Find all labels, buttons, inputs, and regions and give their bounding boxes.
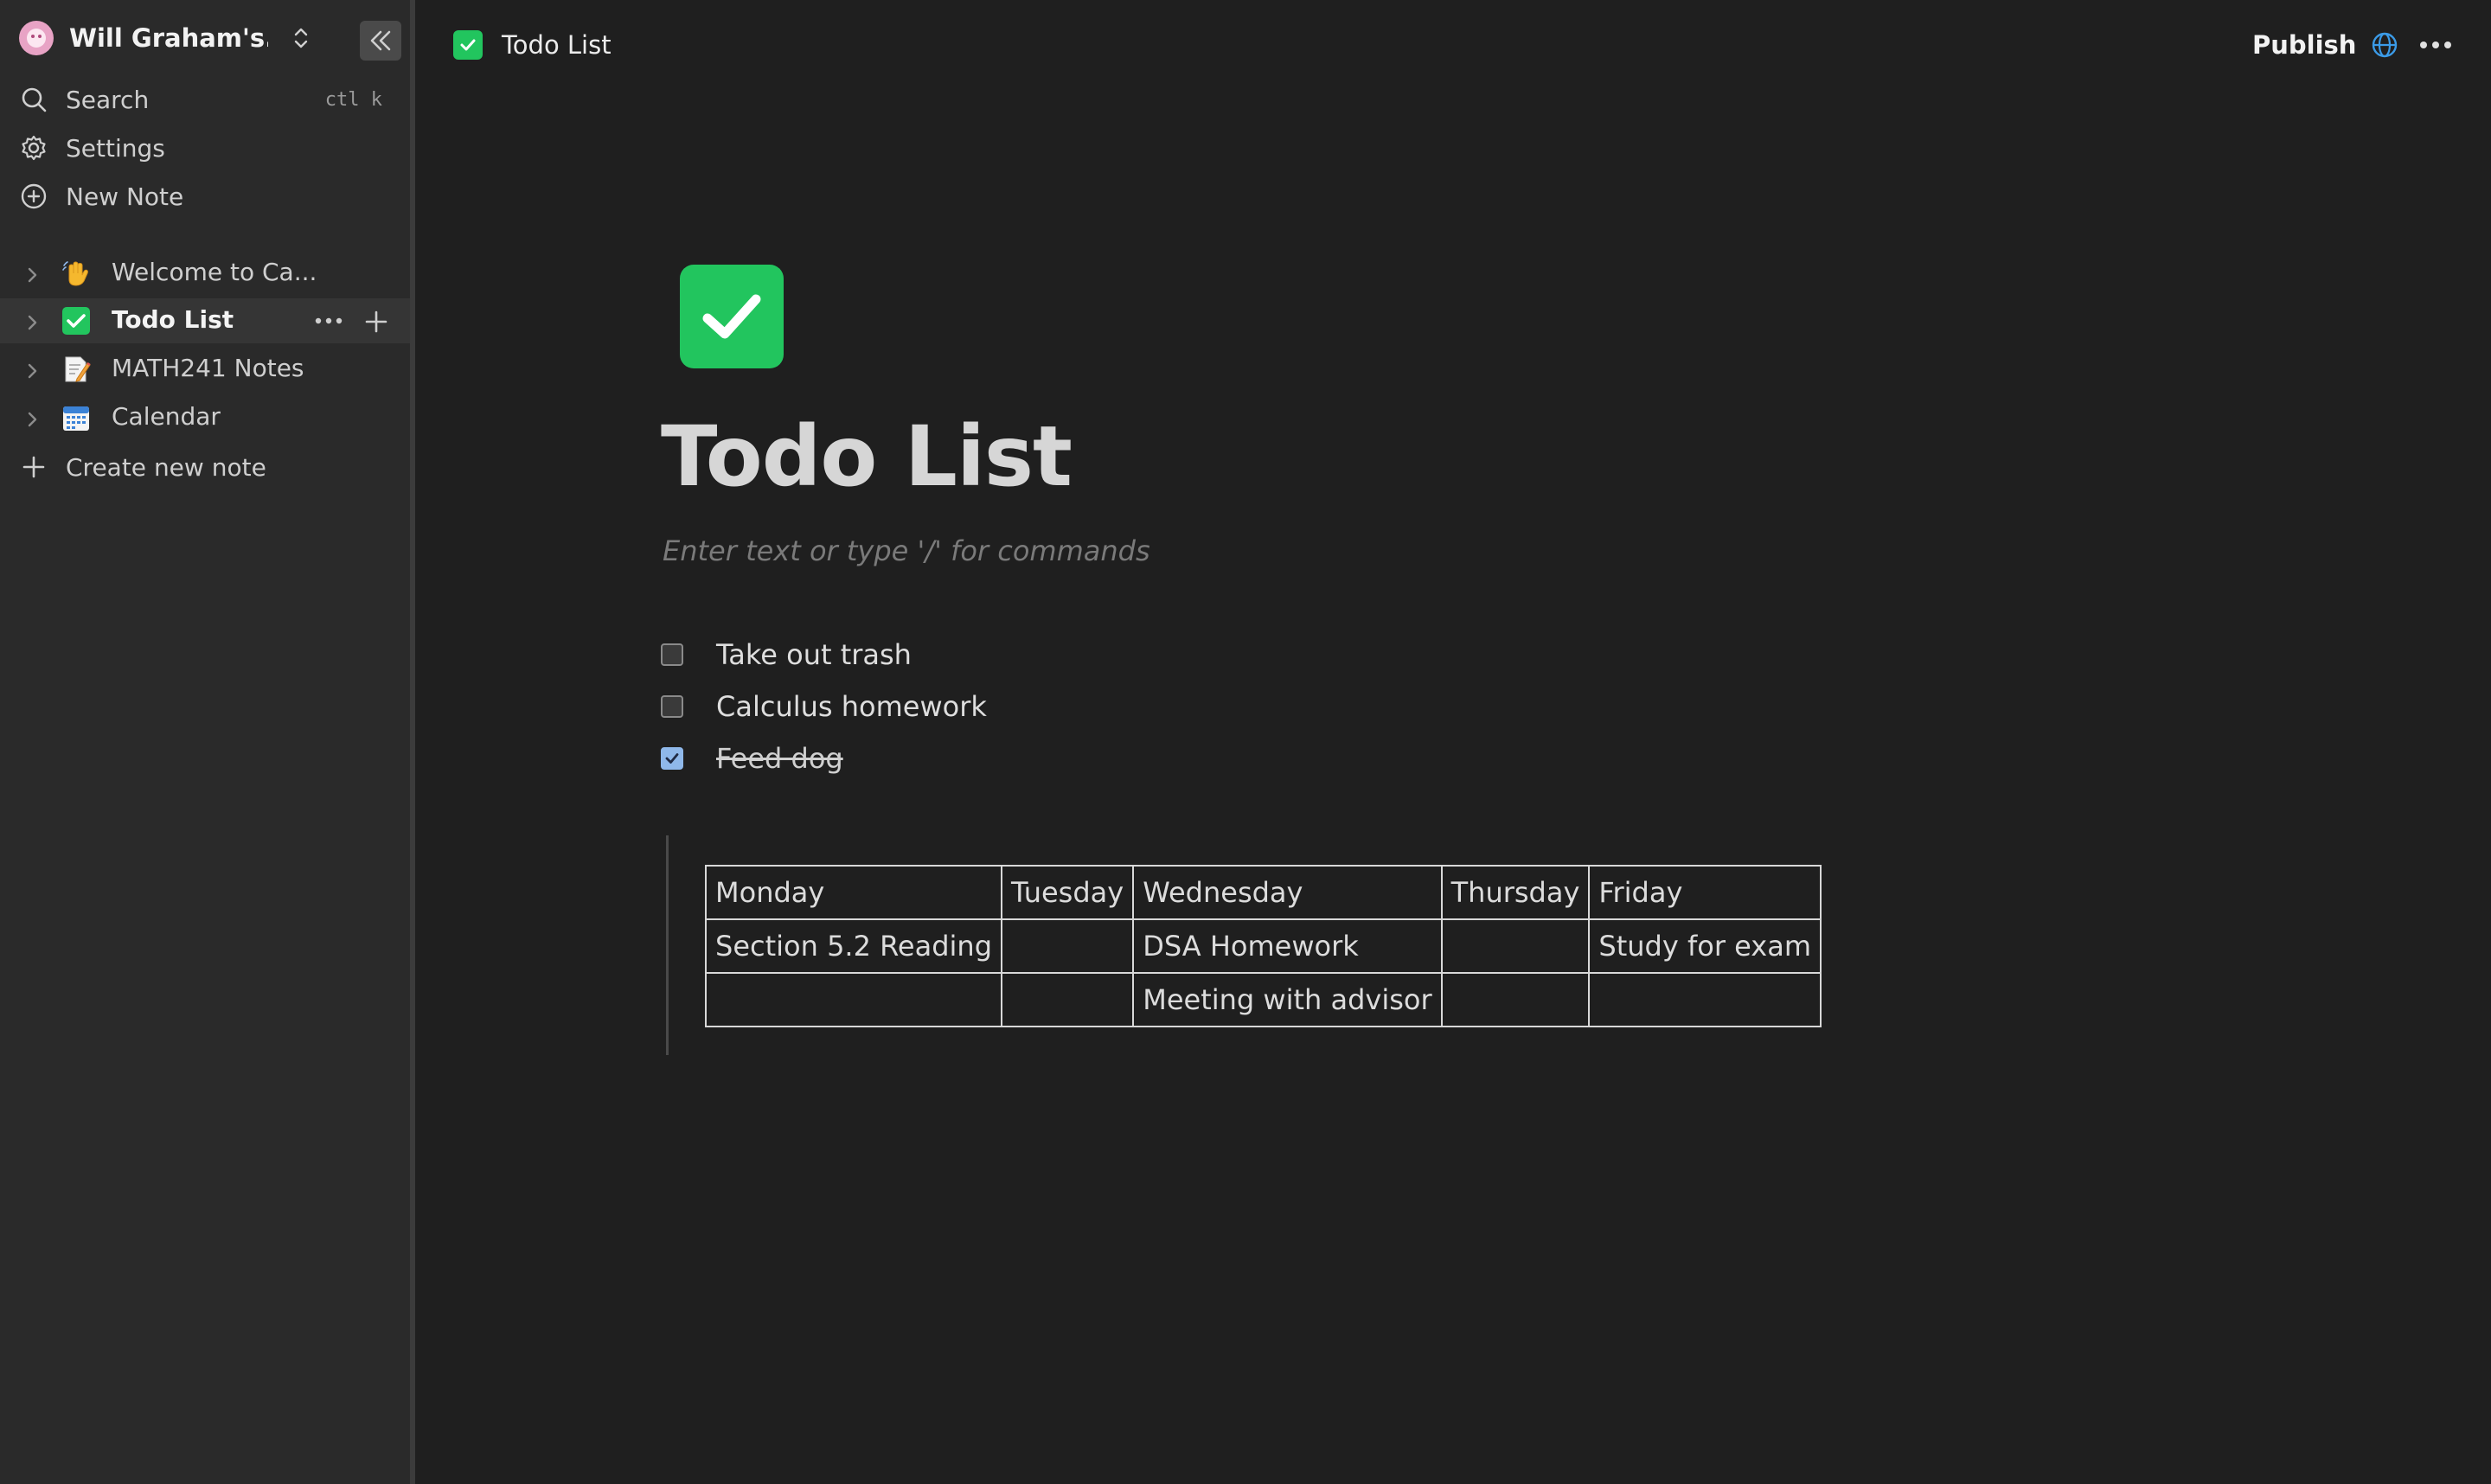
table-cell[interactable]: Monday xyxy=(704,865,1003,920)
chevron-right-icon[interactable] xyxy=(22,359,42,380)
table-cell[interactable] xyxy=(1440,972,1591,1027)
calendar-icon xyxy=(61,402,92,433)
workspace-avatar xyxy=(19,21,54,55)
check-mark-icon xyxy=(665,753,679,764)
check-mark-icon xyxy=(702,294,761,339)
todo-checkbox-checked[interactable] xyxy=(661,747,683,770)
nav-search[interactable]: Search ctl k xyxy=(19,79,400,120)
table-cell[interactable]: Wednesday xyxy=(1132,865,1443,920)
plus-icon xyxy=(19,452,48,482)
todo-item: Calculus homework xyxy=(661,685,1266,728)
workspace-name: Will Graham's... xyxy=(69,23,268,53)
table-cell[interactable] xyxy=(704,972,1003,1027)
gear-icon xyxy=(19,133,48,163)
todo-text[interactable]: Feed dog xyxy=(716,742,843,775)
table-row: Section 5.2 Reading DSA Homework Study f… xyxy=(704,918,1822,974)
table-cell[interactable]: Friday xyxy=(1588,865,1822,920)
nav-settings-label: Settings xyxy=(66,133,165,163)
table-cell[interactable]: Meeting with advisor xyxy=(1132,972,1443,1027)
nav-search-label: Search xyxy=(66,85,150,114)
nav-new-note-label: New Note xyxy=(66,182,184,211)
check-box-icon xyxy=(61,305,92,336)
sidebar-page-todo-list[interactable]: Todo List xyxy=(0,298,410,343)
table-block: Monday Tuesday Wednesday Thursday Friday… xyxy=(666,835,1822,1055)
table-cell[interactable] xyxy=(1588,972,1822,1027)
chevron-right-icon[interactable] xyxy=(22,310,42,331)
search-icon xyxy=(19,85,48,114)
todo-item: Feed dog xyxy=(661,737,1266,780)
sidebar-resize-handle[interactable] xyxy=(410,0,415,1484)
globe-icon xyxy=(2370,30,2399,60)
check-box-icon xyxy=(453,30,483,60)
table-row: Meeting with advisor xyxy=(704,972,1822,1027)
breadcrumb-title: Todo List xyxy=(502,30,612,60)
collapse-sidebar-button[interactable] xyxy=(360,21,401,61)
workspace-switcher[interactable]: Will Graham's... xyxy=(19,19,400,57)
sidebar: Will Graham's... Search ctl k Settings xyxy=(0,0,410,1484)
plus-circle-icon xyxy=(19,182,48,211)
table-cell[interactable] xyxy=(1001,918,1135,974)
sidebar-page-calendar[interactable]: Calendar xyxy=(0,395,410,440)
more-horizontal-icon[interactable] xyxy=(313,309,344,333)
todo-text[interactable]: Take out trash xyxy=(716,638,912,671)
nav-settings[interactable]: Settings xyxy=(19,127,400,169)
sidebar-page-label: Welcome to Ca... xyxy=(112,258,317,286)
table-cell[interactable]: DSA Homework xyxy=(1132,918,1443,974)
todo-text[interactable]: Calculus homework xyxy=(716,690,987,723)
more-options-button[interactable] xyxy=(2417,29,2455,61)
schedule-table: Monday Tuesday Wednesday Thursday Friday… xyxy=(704,865,1822,1027)
chevron-right-icon[interactable] xyxy=(22,407,42,428)
table-cell[interactable]: Tuesday xyxy=(1001,865,1135,920)
editor-placeholder[interactable]: Enter text or type '/' for commands xyxy=(663,534,1150,567)
waving-hand-icon xyxy=(61,258,92,289)
sidebar-page-label: Calendar xyxy=(112,402,221,431)
breadcrumb[interactable]: Todo List xyxy=(453,26,612,64)
sidebar-page-label: MATH241 Notes xyxy=(112,354,304,382)
chevron-up-down-icon xyxy=(291,24,311,52)
table-cell[interactable]: Thursday xyxy=(1440,865,1591,920)
more-horizontal-icon xyxy=(2420,42,2451,48)
chevron-right-icon[interactable] xyxy=(22,263,42,284)
add-subpage-icon[interactable] xyxy=(362,307,391,336)
publish-button[interactable]: Publish xyxy=(2252,26,2399,64)
table-cell[interactable]: Study for exam xyxy=(1588,918,1822,974)
todo-checkbox[interactable] xyxy=(661,643,683,666)
page-title[interactable]: Todo List xyxy=(661,408,1073,505)
todo-item: Take out trash xyxy=(661,633,1266,676)
table-cell[interactable] xyxy=(1001,972,1135,1027)
memo-icon xyxy=(61,354,92,385)
table-cell[interactable] xyxy=(1440,918,1591,974)
double-chevron-left-icon xyxy=(370,30,391,51)
create-new-note-label: Create new note xyxy=(66,452,266,482)
search-shortcut: ctl k xyxy=(324,89,382,111)
sidebar-page-welcome[interactable]: Welcome to Ca... xyxy=(0,251,410,296)
table-cell[interactable]: Section 5.2 Reading xyxy=(704,918,1003,974)
table-row: Monday Tuesday Wednesday Thursday Friday xyxy=(704,865,1822,920)
publish-label: Publish xyxy=(2252,30,2357,60)
nav-new-note[interactable]: New Note xyxy=(19,176,400,217)
sidebar-page-math241[interactable]: MATH241 Notes xyxy=(0,347,410,392)
page-icon[interactable] xyxy=(680,265,784,368)
todo-checkbox[interactable] xyxy=(661,695,683,718)
sidebar-page-label: Todo List xyxy=(112,305,234,334)
create-new-note-button[interactable]: Create new note xyxy=(19,446,400,488)
